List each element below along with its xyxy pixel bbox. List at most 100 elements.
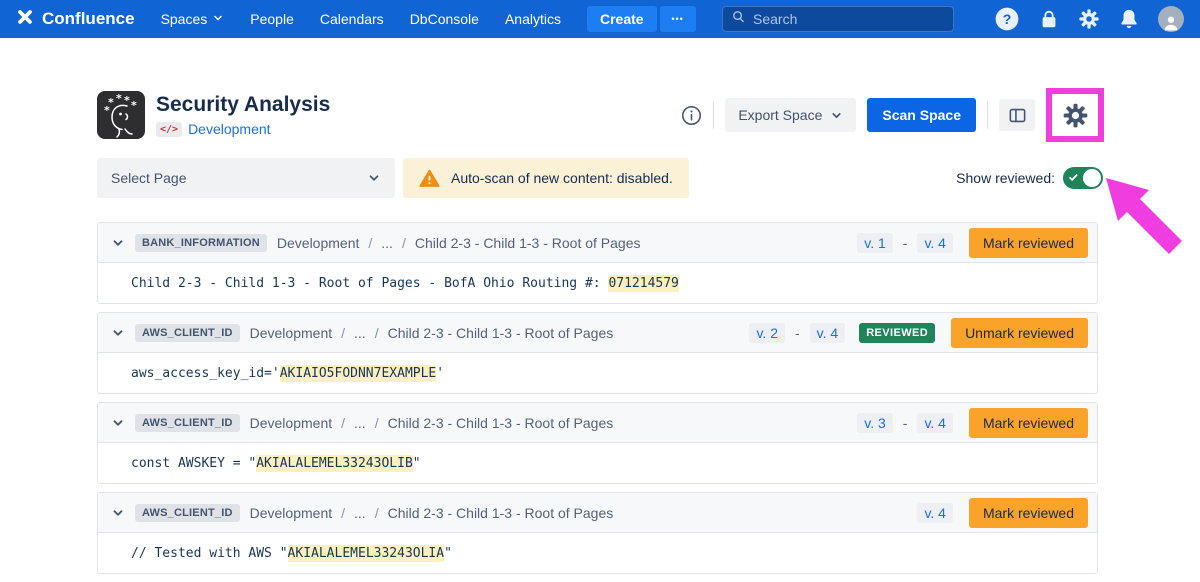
finding-snippet: Child 2-3 - Child 1-3 - Root of Pages - …	[98, 263, 1097, 303]
secret-highlight: AKIALALEMEL33243OLIB	[256, 455, 413, 472]
confluence-logo-icon	[16, 8, 34, 31]
mark-reviewed-button[interactable]: Mark reviewed	[969, 408, 1088, 438]
version-to-link[interactable]: v. 4	[917, 413, 953, 433]
finding-type-badge: BANK_INFORMATION	[135, 234, 267, 252]
version-to-link[interactable]: v. 4	[917, 503, 953, 523]
finding-header: AWS_CLIENT_ID Development / ... / Child …	[98, 403, 1097, 443]
breadcrumb-separator: /	[375, 505, 379, 521]
toggle-knob	[1083, 169, 1101, 187]
export-space-button[interactable]: Export Space	[725, 98, 856, 132]
space-settings-gear-icon[interactable]	[1062, 102, 1089, 129]
secret-highlight: AKIALALEMEL33243OLIA	[288, 545, 445, 562]
user-avatar[interactable]	[1158, 6, 1184, 32]
breadcrumb-item[interactable]: Child 2-3 - Child 1-3 - Root of Pages	[388, 415, 614, 431]
divider	[987, 101, 988, 129]
collapse-chevron-icon[interactable]	[111, 506, 125, 520]
svg-text:*: *	[116, 92, 122, 105]
breadcrumb-item[interactable]: Child 2-3 - Child 1-3 - Root of Pages	[415, 235, 641, 251]
finding-card: AWS_CLIENT_ID Development / ... / Child …	[97, 492, 1098, 574]
create-button[interactable]: Create	[587, 6, 657, 32]
reviewed-status-badge: REVIEWED	[859, 323, 935, 343]
collapse-chevron-icon[interactable]	[111, 416, 125, 430]
nav-item-calendars[interactable]: Calendars	[320, 11, 384, 27]
chevron-down-icon	[830, 109, 843, 122]
breadcrumb: Development / ... / Child 2-3 - Child 1-…	[250, 415, 614, 431]
nav-item-spaces[interactable]: Spaces	[161, 11, 225, 27]
chevron-down-icon	[367, 171, 381, 185]
space-avatar[interactable]: *****	[97, 91, 145, 139]
nav-item-dbconsole[interactable]: DbConsole	[410, 11, 479, 27]
scan-space-button[interactable]: Scan Space	[867, 98, 976, 132]
breadcrumb-item[interactable]: Development	[277, 235, 360, 251]
breadcrumb: Development / ... / Child 2-3 - Child 1-…	[250, 325, 614, 341]
version-from-link[interactable]: v. 2	[749, 323, 785, 343]
breadcrumb: Development / ... / Child 2-3 - Child 1-…	[250, 505, 614, 521]
finding-snippet: const AWSKEY = "AKIALALEMEL33243OLIB"	[98, 443, 1097, 483]
more-menu-button[interactable]: •••	[660, 6, 696, 32]
breadcrumb-item[interactable]: Development	[250, 505, 333, 521]
annotation-arrow	[1100, 172, 1192, 269]
breadcrumb-item[interactable]: Child 2-3 - Child 1-3 - Root of Pages	[388, 325, 614, 341]
breadcrumb-separator: /	[341, 415, 345, 431]
svg-text:*: *	[124, 94, 130, 107]
breadcrumb-separator: /	[375, 325, 379, 341]
show-reviewed-toggle[interactable]	[1063, 167, 1103, 189]
nav-item-people[interactable]: People	[250, 11, 294, 27]
chevron-down-icon	[212, 11, 224, 27]
confluence-logo[interactable]: Confluence	[16, 8, 135, 31]
finding-type-badge: AWS_CLIENT_ID	[135, 504, 240, 522]
breadcrumb-separator: /	[341, 325, 345, 341]
top-navigation: Confluence Spaces People Calendars DbCon…	[0, 0, 1200, 38]
nav-icon-group: ?	[994, 6, 1184, 32]
mark-reviewed-button[interactable]: Mark reviewed	[969, 228, 1088, 258]
breadcrumb-separator: /	[402, 235, 406, 251]
page-title: Security Analysis	[156, 93, 330, 117]
breadcrumb-item[interactable]: ...	[354, 415, 366, 431]
version-from-link[interactable]: v. 1	[857, 233, 893, 253]
finding-header: BANK_INFORMATION Development / ... / Chi…	[98, 223, 1097, 263]
collapse-chevron-icon[interactable]	[111, 326, 125, 340]
gear-icon[interactable]	[1078, 8, 1100, 30]
unmark-reviewed-button[interactable]: Unmark reviewed	[951, 318, 1088, 348]
breadcrumb-item[interactable]: ...	[354, 325, 366, 341]
nav-item-analytics[interactable]: Analytics	[505, 11, 561, 27]
select-page-dropdown[interactable]: Select Page	[97, 158, 395, 198]
space-link[interactable]: Development	[188, 121, 271, 137]
search-icon	[731, 9, 746, 29]
breadcrumb-item[interactable]: ...	[381, 235, 393, 251]
side-panel-icon[interactable]	[999, 99, 1035, 131]
collapse-chevron-icon[interactable]	[111, 236, 125, 250]
search-input[interactable]	[753, 11, 945, 27]
finding-type-badge: AWS_CLIENT_ID	[135, 324, 240, 342]
divider	[713, 101, 714, 129]
finding-card: AWS_CLIENT_ID Development / ... / Child …	[97, 402, 1098, 484]
help-icon[interactable]: ?	[994, 6, 1020, 32]
breadcrumb: Development / ... / Child 2-3 - Child 1-…	[277, 235, 641, 251]
breadcrumb-item[interactable]: Development	[250, 325, 333, 341]
mark-reviewed-button[interactable]: Mark reviewed	[969, 498, 1088, 528]
secret-highlight: 071214579	[608, 275, 678, 292]
finding-header: AWS_CLIENT_ID Development / ... / Child …	[98, 493, 1097, 533]
version-from-link[interactable]: v. 3	[857, 413, 893, 433]
version-separator: -	[795, 325, 800, 341]
code-icon: </>	[156, 122, 182, 137]
findings-list: BANK_INFORMATION Development / ... / Chi…	[97, 222, 1098, 582]
breadcrumb-separator: /	[375, 415, 379, 431]
breadcrumb-item[interactable]: Child 2-3 - Child 1-3 - Root of Pages	[388, 505, 614, 521]
finding-snippet: // Tested with AWS "AKIALALEMEL33243OLIA…	[98, 533, 1097, 573]
breadcrumb-item[interactable]: Development	[250, 415, 333, 431]
finding-card: BANK_INFORMATION Development / ... / Chi…	[97, 222, 1098, 304]
svg-text:*: *	[104, 104, 110, 117]
search-box[interactable]	[722, 6, 954, 32]
version-to-link[interactable]: v. 4	[917, 233, 953, 253]
breadcrumb-separator: /	[368, 235, 372, 251]
lock-icon[interactable]	[1038, 8, 1060, 30]
bell-icon[interactable]	[1118, 8, 1140, 30]
breadcrumb-separator: /	[341, 505, 345, 521]
finding-header: AWS_CLIENT_ID Development / ... / Child …	[98, 313, 1097, 353]
breadcrumb-item[interactable]: ...	[354, 505, 366, 521]
info-icon[interactable]	[681, 105, 702, 126]
version-to-link[interactable]: v. 4	[810, 323, 846, 343]
svg-text:*: *	[131, 99, 137, 112]
brand-name: Confluence	[42, 9, 135, 29]
